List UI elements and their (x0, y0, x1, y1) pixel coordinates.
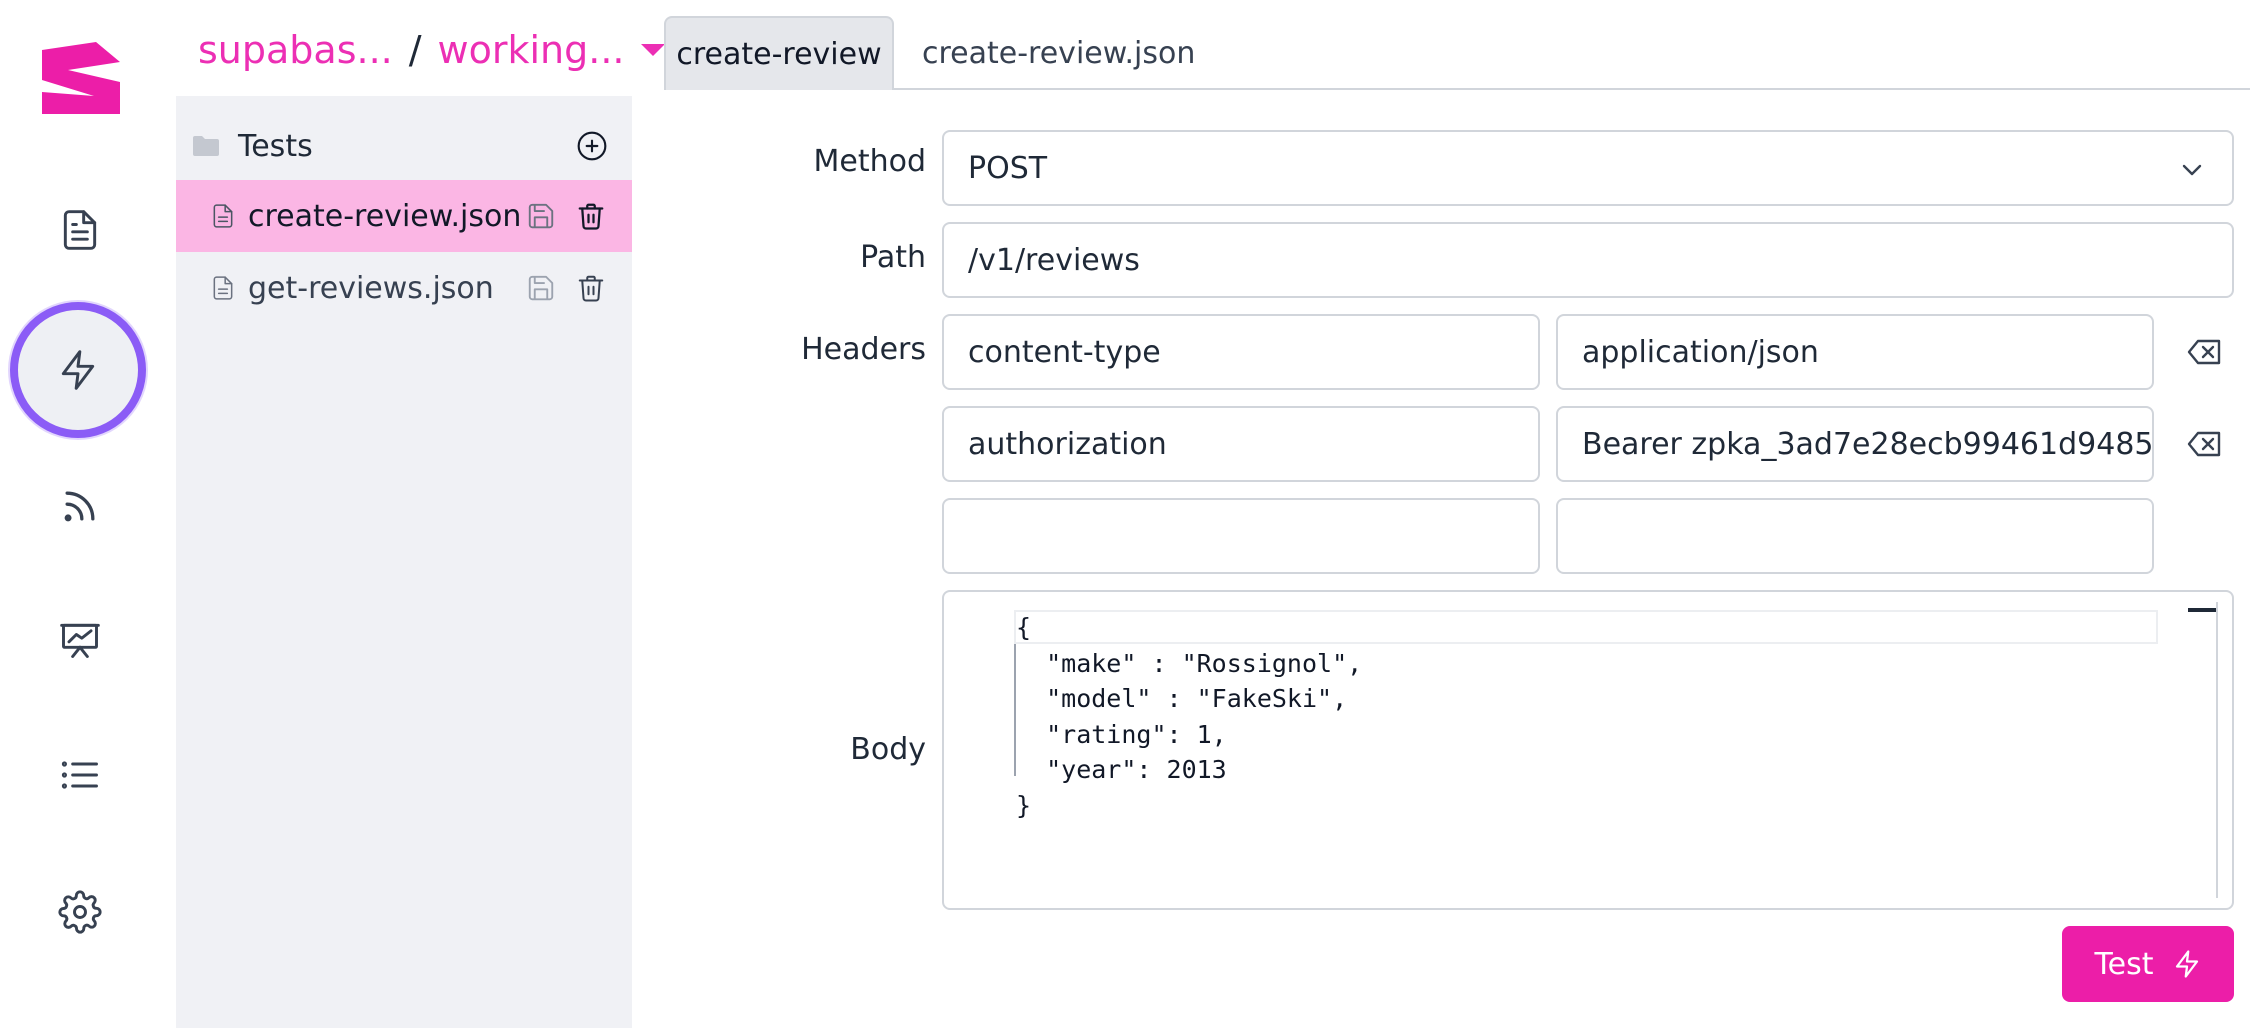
document-icon (213, 204, 233, 228)
path-input[interactable] (942, 222, 2234, 298)
list-icon (61, 761, 98, 789)
header-key-field[interactable] (968, 426, 1538, 462)
rail-list-button[interactable] (50, 745, 110, 805)
editor-scrollbar[interactable] (2216, 602, 2218, 898)
rail-analytics-button[interactable] (50, 610, 110, 670)
breadcrumb-separator: / (408, 28, 422, 72)
minimap-slider[interactable] (2188, 608, 2216, 612)
document-icon (213, 276, 233, 300)
project-name[interactable]: supabas... (198, 28, 393, 72)
chevron-down-icon[interactable] (640, 44, 665, 56)
lightning-icon (2175, 950, 2198, 978)
folder-label: Tests (238, 128, 313, 164)
file-item-create-review[interactable]: create-review.json (176, 180, 632, 252)
save-icon[interactable] (526, 273, 556, 303)
header-key-input[interactable] (942, 498, 1540, 574)
rail-docs-button[interactable] (50, 200, 110, 260)
rss-icon (64, 491, 95, 522)
editor-tabs: create-review create-review.json (664, 16, 2250, 90)
file-item-get-reviews[interactable]: get-reviews.json (176, 252, 632, 324)
header-key-input[interactable] (942, 314, 1540, 390)
add-circle-icon[interactable] (576, 130, 608, 162)
header-value-input[interactable] (1556, 314, 2154, 390)
tab-create-review-json[interactable]: create-review.json (896, 16, 1221, 90)
test-button[interactable]: Test (2062, 926, 2234, 1002)
trash-icon[interactable] (576, 201, 606, 231)
gear-icon (58, 890, 102, 934)
folder-icon (193, 136, 219, 156)
file-label: create-review.json (248, 198, 522, 234)
presentation-chart-icon (60, 623, 100, 658)
body-label: Body (850, 732, 926, 767)
file-label: get-reviews.json (248, 270, 494, 306)
method-value: POST (968, 150, 1048, 186)
body-code-editor[interactable]: { "make" : "Rossignol", "model" : "FakeS… (942, 590, 2234, 910)
path-label: Path (860, 240, 926, 275)
rail-test-button[interactable] (10, 302, 146, 438)
zuplo-logo-icon[interactable] (38, 40, 124, 116)
save-icon[interactable] (526, 201, 556, 231)
path-input-field[interactable] (968, 242, 2232, 278)
chevron-down-icon (2182, 164, 2202, 176)
rail-feed-button[interactable] (50, 476, 110, 536)
header-key-input[interactable] (942, 406, 1540, 482)
method-label: Method (813, 144, 926, 179)
document-icon (63, 210, 97, 250)
test-button-label: Test (2094, 946, 2154, 982)
trash-icon[interactable] (576, 273, 606, 303)
lightning-icon (61, 350, 95, 390)
method-select[interactable]: POST (942, 130, 2234, 206)
file-panel: Tests create-review.json get-reviews.jso… (176, 96, 632, 1028)
header-value-input[interactable] (1556, 406, 2154, 482)
header-key-field[interactable] (968, 518, 1538, 554)
header-value-field[interactable] (1582, 518, 2152, 554)
branch-name[interactable]: working... (438, 28, 625, 72)
body-code[interactable]: { "make" : "Rossignol", "model" : "FakeS… (1016, 610, 1362, 823)
header-value-field[interactable] (1582, 334, 2152, 370)
folder-tests[interactable]: Tests (192, 120, 608, 172)
tab-create-review[interactable]: create-review (664, 16, 894, 90)
header-value-input[interactable] (1556, 498, 2154, 574)
backspace-clear-icon[interactable] (2186, 338, 2222, 366)
header-key-field[interactable] (968, 334, 1538, 370)
project-breadcrumb[interactable]: supabas... / working... (198, 22, 665, 78)
header-value-field[interactable] (1582, 426, 2152, 462)
rail-settings-button[interactable] (50, 882, 110, 942)
headers-label: Headers (801, 332, 926, 367)
icon-rail (0, 0, 160, 1028)
backspace-clear-icon[interactable] (2186, 430, 2222, 458)
